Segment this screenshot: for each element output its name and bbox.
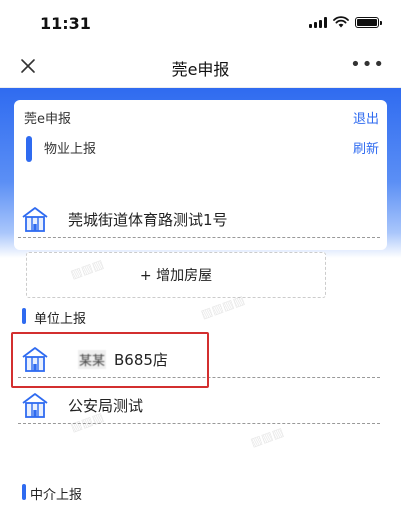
row-divider (18, 377, 380, 378)
status-time: 11:31 (40, 14, 91, 33)
status-bar: 11:31 (0, 0, 401, 44)
unit-item-label: 某某 B685店 (78, 349, 168, 370)
refresh-link[interactable]: 刷新 (353, 138, 379, 157)
agency-section-title: 中介上报 (30, 488, 83, 503)
unit-item[interactable]: 公安局测试 (18, 388, 380, 424)
row-divider (18, 237, 380, 238)
signal-icon (309, 16, 327, 28)
section-marker (26, 136, 32, 162)
unit-item-name: B685店 (114, 351, 168, 369)
masked-text: 某某 (78, 350, 107, 369)
unit-item[interactable]: 某某 B685店 (18, 342, 380, 378)
row-divider (18, 423, 380, 424)
section-marker (22, 308, 26, 324)
battery-icon (355, 16, 382, 28)
watermark: ▨▨▨ (248, 424, 286, 450)
building-icon (22, 207, 48, 232)
section-marker (22, 484, 26, 500)
logout-link[interactable]: 退出 (353, 108, 379, 127)
building-icon (22, 347, 48, 372)
status-icons (309, 16, 382, 28)
add-house-button[interactable]: + 增加房屋 (26, 252, 326, 298)
wifi-icon (333, 16, 349, 28)
building-icon (22, 393, 48, 418)
card-app-title: 莞e申报 (24, 112, 71, 127)
unit-section-title: 单位上报 (34, 312, 87, 327)
property-item-label: 莞城街道体育路测试1号 (68, 211, 228, 229)
property-section-title: 物业上报 (44, 142, 97, 157)
page-title: 莞e申报 (171, 60, 230, 79)
nav-bar: 莞e申报 ••• (0, 44, 401, 88)
unit-item-label: 公安局测试 (68, 397, 144, 415)
property-item[interactable]: 莞城街道体育路测试1号 (18, 202, 380, 238)
more-icon[interactable]: ••• (350, 56, 385, 74)
